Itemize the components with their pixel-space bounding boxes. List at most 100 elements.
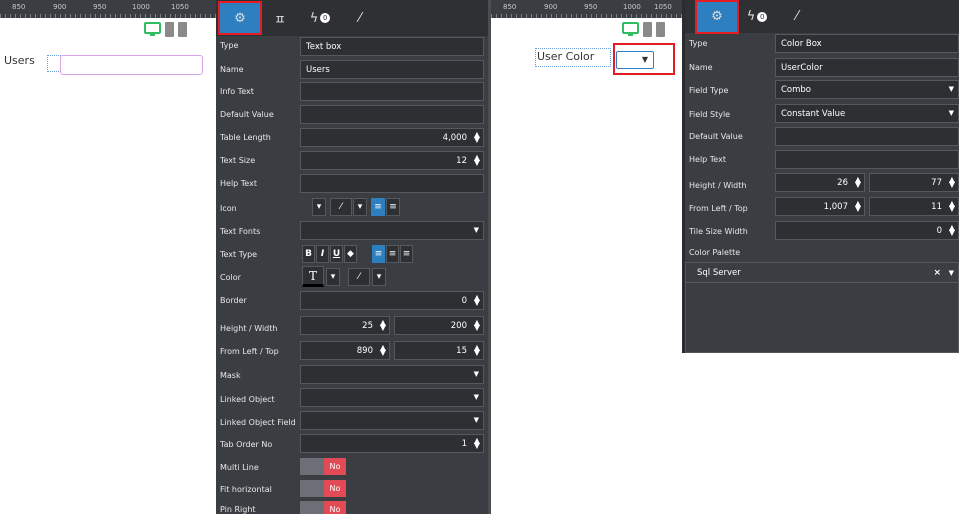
users-textbox[interactable] [60, 55, 203, 75]
tile-size-field[interactable]: 0 ▲ ▼ [775, 221, 959, 240]
canvas-label-user-color[interactable]: User Color [537, 50, 594, 63]
bold-button[interactable]: B [302, 245, 315, 263]
italic-button[interactable]: I [316, 245, 329, 263]
spinner-icon[interactable]: ▲ ▼ [949, 200, 955, 213]
tab-events[interactable]: ϟ0 [737, 2, 777, 32]
tab-settings[interactable]: ⚙ [218, 1, 262, 35]
spinner-icon[interactable]: ▲ ▼ [380, 344, 386, 357]
spinner-icon[interactable]: ▲ ▼ [474, 154, 480, 167]
tab-events[interactable]: ϟ0 [300, 3, 340, 33]
text-align-left-button[interactable]: ≡ [372, 245, 385, 263]
icon-dropdown-button[interactable]: ▾ [312, 198, 326, 216]
align-left-icon: ≡ [374, 249, 383, 259]
type-label: Type [689, 39, 708, 48]
name-label: Name [220, 65, 244, 74]
name-field[interactable]: Users [300, 60, 484, 79]
text-fonts-select[interactable]: ▼ [300, 221, 484, 240]
top-value: 15 [456, 345, 467, 356]
desktop-monitor-icon[interactable] [144, 22, 161, 37]
border-field[interactable]: 0 ▲ ▼ [300, 291, 484, 310]
left-field[interactable]: 1,007 ▲ ▼ [775, 197, 865, 216]
spinner-icon[interactable]: ▲ ▼ [855, 200, 861, 213]
help-text-field[interactable] [775, 150, 959, 169]
spinner-icon[interactable]: ▲ ▼ [474, 131, 480, 144]
mask-select[interactable]: ▼ [300, 365, 484, 384]
name-field[interactable]: UserColor [775, 58, 959, 77]
spinner-icon[interactable]: ▲ ▼ [474, 437, 480, 450]
pin-right-toggle[interactable]: No [300, 501, 346, 514]
width-field[interactable]: 200 ▲ ▼ [394, 316, 484, 335]
spinner-icon[interactable]: ▲ ▼ [474, 344, 480, 357]
help-text-field[interactable] [300, 174, 484, 193]
chevron-down-icon: ▾ [376, 272, 382, 282]
underline-button[interactable]: U [330, 245, 343, 263]
spinner-icon[interactable]: ▲ ▼ [380, 319, 386, 332]
tab-order-value: 1 [461, 438, 467, 449]
spinner-icon[interactable]: ▲ ▼ [949, 224, 955, 237]
type-field[interactable]: Color Box [775, 34, 959, 53]
tab-style[interactable]: ⁄ [777, 2, 817, 32]
lightning-icon: ϟ [746, 9, 756, 24]
height-field[interactable]: 25 ▲ ▼ [300, 316, 390, 335]
tab-order-field[interactable]: 1 ▲ ▼ [300, 434, 484, 453]
width-field[interactable]: 77 ▲ ▼ [869, 173, 959, 192]
clear-format-button[interactable]: ◆ [344, 245, 357, 263]
chevron-down-icon[interactable]: ▼ [949, 269, 954, 277]
field-style-value: Constant Value [781, 108, 846, 119]
icon-align-right-button[interactable]: ≡ [386, 198, 400, 216]
field-type-select[interactable]: Combo ▼ [775, 80, 959, 99]
fit-horizontal-toggle[interactable]: No [300, 480, 346, 497]
text-align-right-button[interactable]: ≡ [400, 245, 413, 263]
back-color-button[interactable]: ⁄ [348, 268, 370, 286]
clear-icon[interactable]: × [933, 268, 941, 278]
top-field[interactable]: 11 ▲ ▼ [869, 197, 959, 216]
default-value-field[interactable] [300, 105, 484, 124]
linked-field-select[interactable]: ▼ [300, 411, 484, 430]
info-text-field[interactable] [300, 82, 484, 101]
back-color-dropdown[interactable]: ▾ [372, 268, 386, 286]
tab-settings[interactable]: ⚙ [695, 0, 739, 34]
desktop-monitor-icon[interactable] [622, 22, 639, 37]
linked-object-select[interactable]: ▼ [300, 388, 484, 407]
tab-order-label: Tab Order No [220, 440, 273, 449]
text-color-button[interactable]: T [302, 266, 324, 287]
text-size-field[interactable]: 12 ▲ ▼ [300, 151, 484, 170]
user-color-combo[interactable]: ▼ [616, 51, 654, 69]
icon-color-dropdown[interactable]: ▾ [353, 198, 367, 216]
tablet-icon[interactable] [643, 22, 652, 37]
height-width-label: Height / Width [220, 324, 278, 333]
type-field[interactable]: Text box [300, 37, 484, 56]
chevron-down-icon: ▼ [473, 393, 479, 401]
field-style-select[interactable]: Constant Value ▼ [775, 104, 959, 123]
mobile-icon[interactable] [178, 22, 187, 37]
left-field[interactable]: 890 ▲ ▼ [300, 341, 390, 360]
type-label: Type [220, 41, 239, 50]
toggle-state: No [324, 480, 346, 497]
color-palette-area[interactable]: Sql Server × ▼ [685, 262, 959, 353]
canvas-label-users[interactable]: Users [4, 54, 35, 67]
tablet-icon[interactable] [165, 22, 174, 37]
text-align-center-button[interactable]: ≡ [386, 245, 399, 263]
spinner-icon[interactable]: ▲ ▼ [474, 319, 480, 332]
fit-horizontal-label: Fit horizontal [220, 485, 272, 494]
icon-align-left-button[interactable]: ≡ [371, 198, 385, 216]
text-fonts-label: Text Fonts [220, 227, 261, 236]
panel-scrollbar-left[interactable] [488, 0, 491, 514]
spinner-icon[interactable]: ▲ ▼ [855, 176, 861, 189]
panel-tabs: ⚙ ㅍ ϟ0 ⁄ [216, 0, 490, 36]
default-value-field[interactable] [775, 127, 959, 146]
top-field[interactable]: 15 ▲ ▼ [394, 341, 484, 360]
multi-line-toggle[interactable]: No [300, 458, 346, 475]
height-field[interactable]: 26 ▲ ▼ [775, 173, 865, 192]
align-right-icon: ≡ [402, 249, 411, 259]
spinner-icon[interactable]: ▲ ▼ [949, 176, 955, 189]
spinner-icon[interactable]: ▲ ▼ [474, 294, 480, 307]
device-switcher-left [144, 22, 187, 37]
icon-color-button[interactable]: ⁄ [330, 198, 352, 216]
tab-style[interactable]: ⁄ [340, 3, 380, 33]
color-palette-select[interactable]: Sql Server × ▼ [686, 263, 958, 283]
mobile-icon[interactable] [656, 22, 665, 37]
text-color-dropdown[interactable]: ▾ [326, 268, 340, 286]
table-length-field[interactable]: 4,000 ▲ ▼ [300, 128, 484, 147]
tab-pin[interactable]: ㅍ [260, 3, 300, 33]
